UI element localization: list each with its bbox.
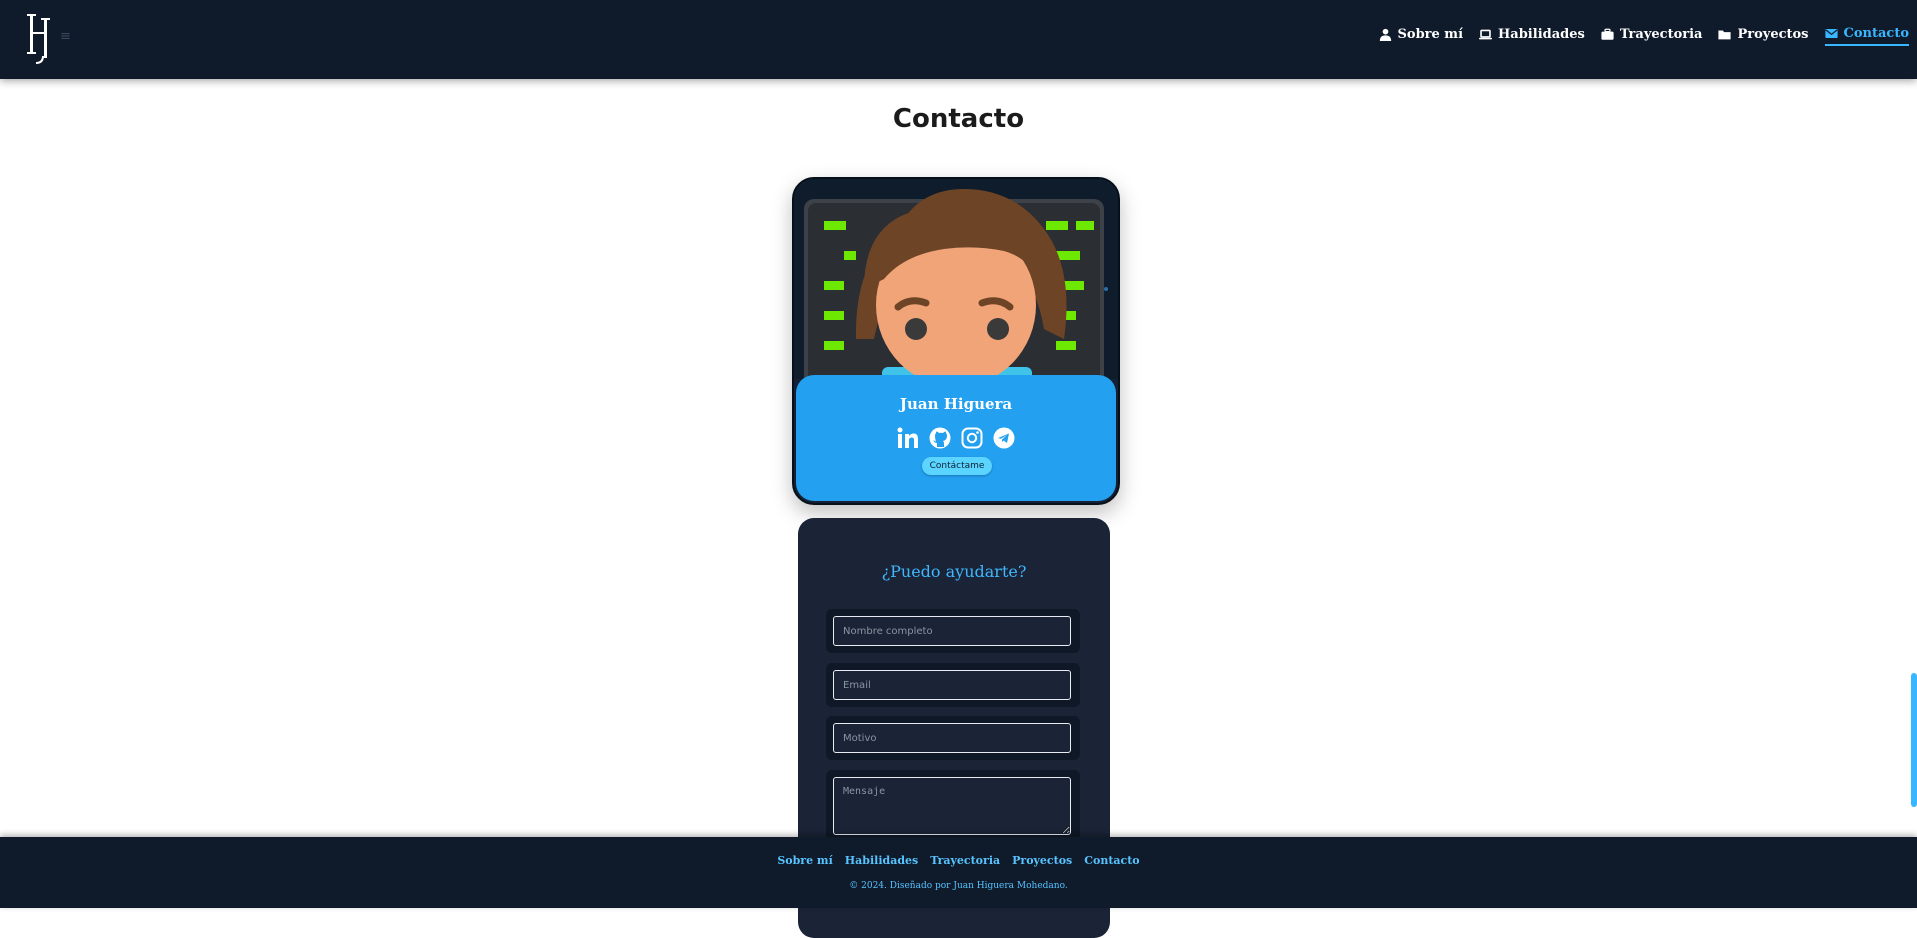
nav-item-trayectoria[interactable]: Trayectoria [1601,26,1703,46]
scrollbar[interactable] [1911,673,1917,807]
name-field-wrapper [826,609,1080,653]
reason-field[interactable] [833,723,1071,753]
copyright: © 2024. Diseñado por Juan Higuera Moheda… [849,881,1068,891]
reason-field-wrapper [826,716,1080,760]
logo[interactable] [24,10,58,66]
footer-link-contacto[interactable]: Contacto [1084,854,1139,867]
linkedin-icon[interactable] [897,427,919,449]
nav-item-proyectos[interactable]: Proyectos [1718,26,1809,46]
footer-link-proyectos[interactable]: Proyectos [1012,854,1072,867]
social-links [796,427,1116,449]
page-title: Contacto [892,104,1025,134]
main-nav: Sobre mí Habilidades Trayectoria Proyect… [1379,26,1909,46]
nav-item-habilidades[interactable]: Habilidades [1479,26,1585,46]
footer-link-sobre-mi[interactable]: Sobre mí [777,854,832,867]
menu-toggle-icon[interactable]: ≡ [60,30,74,44]
nav-label-habilidades: Habilidades [1498,27,1585,42]
top-navbar: ≡ Sobre mí Habilidades Trayectoria Proye… [0,0,1917,79]
footer: Sobre mí Habilidades Trayectoria Proyect… [0,837,1917,908]
github-icon[interactable] [929,427,951,449]
email-field[interactable] [833,670,1071,700]
email-field-wrapper [826,663,1080,707]
nav-item-sobre-mi[interactable]: Sobre mí [1379,26,1464,46]
avatar [794,179,1118,379]
message-field-wrapper [826,770,1080,840]
nav-label-trayectoria: Trayectoria [1619,27,1703,42]
profile-name: Juan Higuera [899,395,1013,413]
briefcase-icon [1601,28,1614,40]
laptop-icon [1479,29,1493,40]
nav-label-proyectos: Proyectos [1737,27,1809,42]
footer-link-habilidades[interactable]: Habilidades [845,854,918,867]
telegram-icon[interactable] [993,427,1015,449]
form-title: ¿Puedo ayudarte? [881,562,1027,581]
folder-icon [1718,30,1732,40]
profile-card: Juan Higuera Contáctame [792,177,1120,505]
contact-me-button[interactable]: Contáctame [922,457,992,475]
nav-label-contacto: Contacto [1843,26,1910,41]
message-field[interactable] [833,777,1071,835]
user-icon [1379,28,1391,41]
nav-item-contacto[interactable]: Contacto [1824,26,1910,46]
nav-label-sobre-mi: Sobre mí [1397,27,1464,42]
footer-nav: Sobre mí Habilidades Trayectoria Proyect… [0,854,1917,867]
envelope-icon [1824,29,1838,38]
name-field[interactable] [833,616,1071,646]
footer-link-trayectoria[interactable]: Trayectoria [930,854,1000,867]
instagram-icon[interactable] [961,427,983,449]
profile-info: Juan Higuera Contáctame [796,375,1116,501]
